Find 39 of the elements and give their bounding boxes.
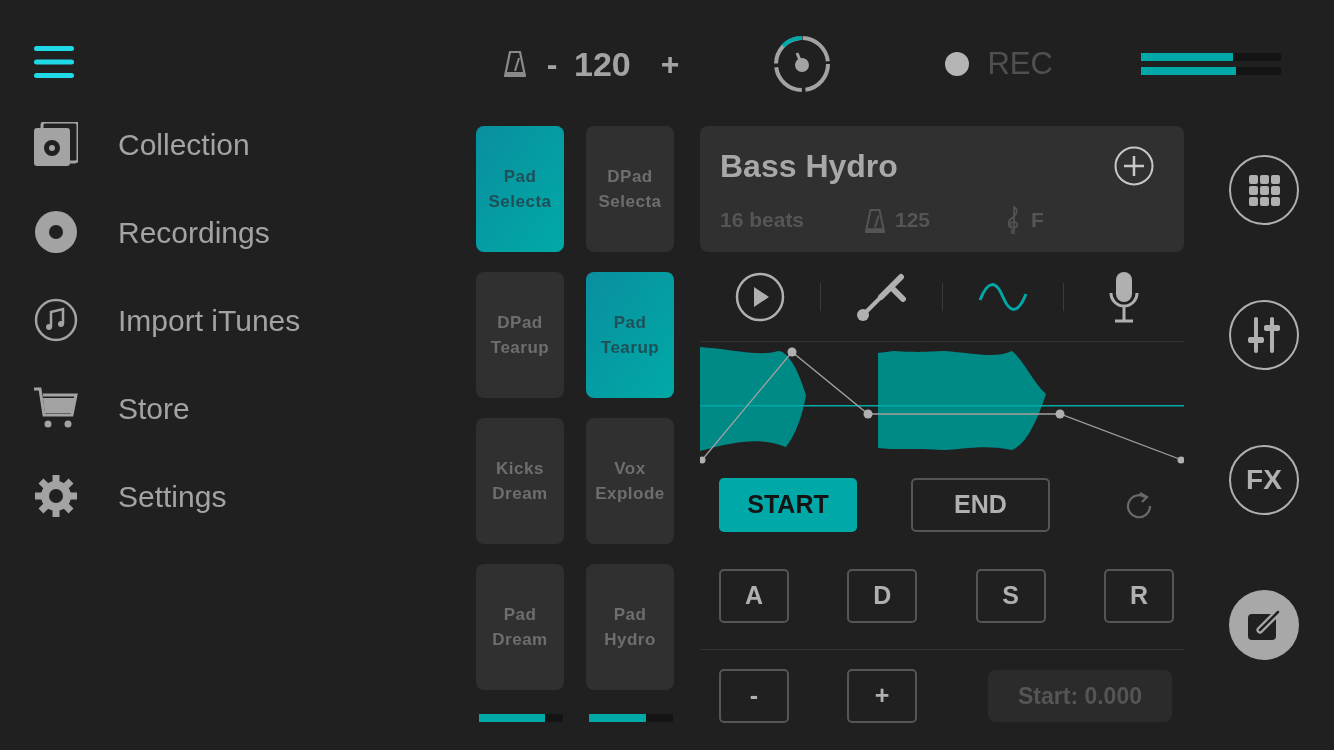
tempo-increase-button[interactable]: + [660, 48, 680, 80]
nudge-button[interactable]: + [847, 669, 917, 723]
pad-grid-button[interactable] [1229, 155, 1299, 225]
music-note-icon [34, 298, 78, 342]
grid-icon [1248, 174, 1280, 206]
envelope-button[interactable]: R [1104, 569, 1174, 623]
menu-item[interactable]: Settings [118, 473, 227, 519]
speaker-icon [34, 122, 78, 166]
envelope-button[interactable]: S [975, 569, 1046, 623]
sample-title: Bass Hydro [720, 147, 898, 186]
metronome-icon [504, 51, 526, 77]
metronome-icon [865, 207, 885, 232]
tempo-decrease-button[interactable]: - [544, 48, 560, 80]
mixer-button[interactable] [1229, 300, 1299, 370]
edit-icon [1246, 608, 1282, 642]
menu-icon[interactable] [34, 44, 74, 80]
envelope-button[interactable]: A [719, 569, 789, 623]
sliders-icon [1247, 317, 1281, 353]
sine-wave-icon[interactable] [977, 281, 1028, 312]
envelope-button[interactable]: D [847, 569, 918, 623]
nudge-button[interactable]: - [719, 669, 789, 723]
timer-dial-icon[interactable] [773, 35, 832, 93]
waveform-drawing[interactable] [700, 344, 1184, 466]
menu-item[interactable]: Recordings [118, 209, 270, 255]
cart-icon [34, 386, 78, 430]
menu-item[interactable]: Collection [118, 121, 250, 167]
menu-item[interactable]: Store [118, 385, 190, 431]
menu-item[interactable]: Import iTunes [118, 297, 301, 343]
marker-button[interactable]: START [719, 478, 857, 532]
marker-button[interactable]: END [911, 478, 1050, 532]
add-icon[interactable] [1114, 146, 1154, 186]
treble-clef-icon [1007, 204, 1021, 235]
microphone-icon[interactable] [1108, 270, 1139, 323]
play-icon[interactable] [735, 271, 786, 322]
reset-icon[interactable] [1125, 491, 1153, 519]
tempo-value: 120 [574, 43, 631, 85]
disc-icon [34, 210, 78, 254]
fx-button[interactable]: FX [1229, 445, 1299, 515]
settings-icon [34, 474, 78, 518]
